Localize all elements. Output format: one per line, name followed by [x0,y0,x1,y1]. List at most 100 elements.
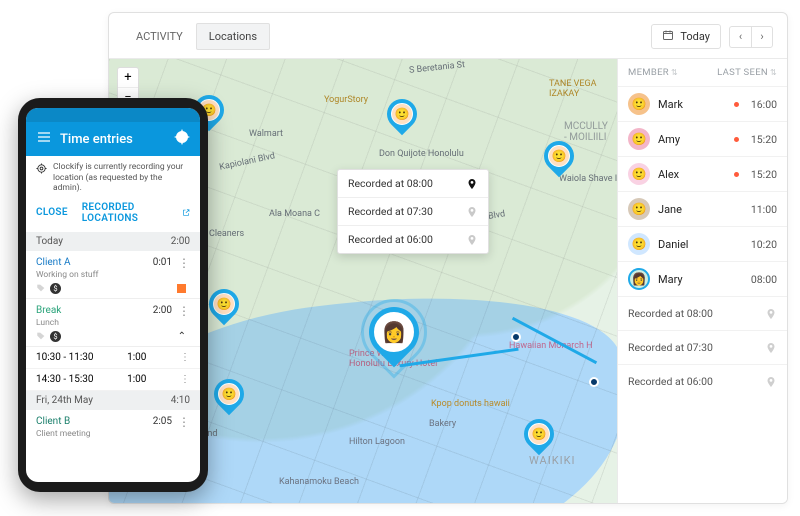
entry-menu-icon[interactable]: ⋮ [180,374,190,385]
map-poi-label: Hilton Lagoon [349,437,405,447]
popover-label: Recorded at 07:30 [348,205,433,218]
location-icon [765,342,777,354]
entry-duration: 2:05 [153,416,172,427]
sort-icon[interactable]: ⇅ [770,68,777,77]
member-pin[interactable]: 🙂 [538,135,580,177]
popover-row[interactable]: Recorded at 07:30 [338,197,488,225]
app-bar: Time entries [26,122,200,156]
notice-actions: CLOSE RECORDED LOCATIONS [26,200,200,232]
avatar: 🙂 [628,233,650,255]
entry-label: Client B [36,416,153,427]
entry-description: Client meeting [36,429,190,439]
map-poi-label: Kahanamoku Beach [279,477,359,487]
date-prev-button[interactable]: ‹ [729,26,751,48]
col-member: MEMBER [628,67,669,78]
tab-locations[interactable]: Locations [196,23,270,50]
location-icon [466,206,478,218]
member-pin[interactable]: 🙂 [208,373,250,415]
day-total: 4:10 [171,395,190,406]
date-picker[interactable]: Today [651,24,721,49]
member-pin[interactable]: 🙂 [518,413,560,455]
map-poi-label: Walmart [249,129,283,139]
entry-menu-icon[interactable]: ⋮ [178,416,190,428]
collapse-icon[interactable]: ⌃ [178,331,186,342]
time-entry[interactable]: Break 2:00 ⋮ Lunch $ ⌃ [26,299,200,347]
location-icon [765,308,777,320]
date-pager: ‹ › [729,26,773,48]
entry-duration: 0:01 [153,257,172,268]
map-poi-label: TANE VEGA IZAKAY [549,79,597,99]
sub-entry[interactable]: 14:30 - 15:30 1:00 ⋮ [26,369,200,391]
phone-mock: Time entries Clockify is currently recor… [18,98,208,492]
menu-icon[interactable] [36,129,52,149]
live-indicator [734,137,739,142]
sub-entry[interactable]: 10:30 - 11:30 1:00 ⋮ [26,347,200,369]
recorded-popover: Recorded at 08:00 Recorded at 07:30 Reco… [337,169,489,254]
open-external-icon [182,207,190,218]
member-name: Jane [658,203,743,216]
time-entry[interactable]: Client A 0:01 ⋮ Working on stuff $ [26,251,200,299]
time-entry[interactable]: Client B 2:05 ⋮ Client meeting [26,410,200,443]
map-poi-label: Ala Moana C [269,209,320,219]
calendar-icon [662,29,674,44]
recorded-label: Recorded at 06:00 [628,375,713,388]
tab-activity[interactable]: ACTIVITY [123,23,196,50]
member-time: 08:00 [751,273,777,286]
avatar: 🙂 [628,163,650,185]
member-name: Daniel [658,238,743,251]
day-header: Today 2:00 [26,232,200,251]
live-indicator [734,102,739,107]
entry-description: Working on stuff [36,270,190,280]
member-row[interactable]: 🙂 Jane 11:00 [618,191,787,226]
date-label: Today [680,30,710,43]
popover-row[interactable]: Recorded at 08:00 [338,170,488,197]
entry-description: Lunch [36,318,190,328]
app-title: Time entries [60,132,166,147]
date-next-button[interactable]: › [751,26,773,48]
route-segment [512,317,597,364]
phone-screen: Time entries Clockify is currently recor… [26,108,200,482]
entry-menu-icon[interactable]: ⋮ [178,257,190,269]
members-header: MEMBER⇅ LAST SEEN⇅ [618,59,787,86]
member-name: Mary [658,273,743,286]
entry-menu-icon[interactable]: ⋮ [178,305,190,317]
entry-label: Client A [36,257,153,268]
map-poi-label: Don Quijote Honolulu [379,149,464,159]
member-row[interactable]: 🙂 Alex 15:20 [618,156,787,191]
member-row[interactable]: 👩 Mary 08:00 [618,261,787,296]
map-road-label: Kapiolani Blvd [219,151,276,173]
recorded-row[interactable]: Recorded at 08:00 [618,296,787,330]
member-pin[interactable]: 🙂 [203,283,245,325]
zoom-in-button[interactable]: + [118,68,138,88]
sub-duration: 1:00 [127,374,146,385]
sub-duration: 1:00 [127,352,146,363]
avatar: 🙂 [628,128,650,150]
recorded-row[interactable]: Recorded at 06:00 [618,364,787,398]
recorded-row[interactable]: Recorded at 07:30 [618,330,787,364]
popover-label: Recorded at 06:00 [348,233,433,246]
popover-row[interactable]: Recorded at 06:00 [338,225,488,253]
member-row[interactable]: 🙂 Amy 15:20 [618,121,787,156]
avatar: 🙂 [628,93,650,115]
entry-duration: 2:00 [153,305,172,316]
sub-range: 10:30 - 11:30 [36,352,94,363]
billable-icon: $ [50,331,61,342]
recording-indicator [177,284,186,293]
map-poi-label: Bakery [429,419,456,429]
map-poi-label: Kpop donuts hawaii [431,399,510,409]
sort-icon[interactable]: ⇅ [671,68,678,77]
member-pin-selected[interactable]: 👩 [359,297,430,368]
member-row[interactable]: 🙂 Mark 16:00 [618,86,787,121]
entry-menu-icon[interactable]: ⋮ [180,352,190,363]
dashboard-window: ACTIVITY Locations Today ‹ › + − YogurSt… [108,12,788,504]
recorded-locations-button[interactable]: RECORDED LOCATIONS [82,202,168,224]
recorded-label: Recorded at 08:00 [628,307,713,320]
member-pin[interactable]: 🙂 [381,93,423,135]
entry-label: Break [36,305,153,316]
dashboard-body: + − YogurStory Walmart Don Quijote Honol… [109,59,787,503]
member-row[interactable]: 🙂 Daniel 10:20 [618,226,787,261]
avatar: 🙂 [628,198,650,220]
locate-icon[interactable] [174,129,190,149]
map-poi-label: Cleaners [209,229,244,239]
close-button[interactable]: CLOSE [36,207,68,218]
